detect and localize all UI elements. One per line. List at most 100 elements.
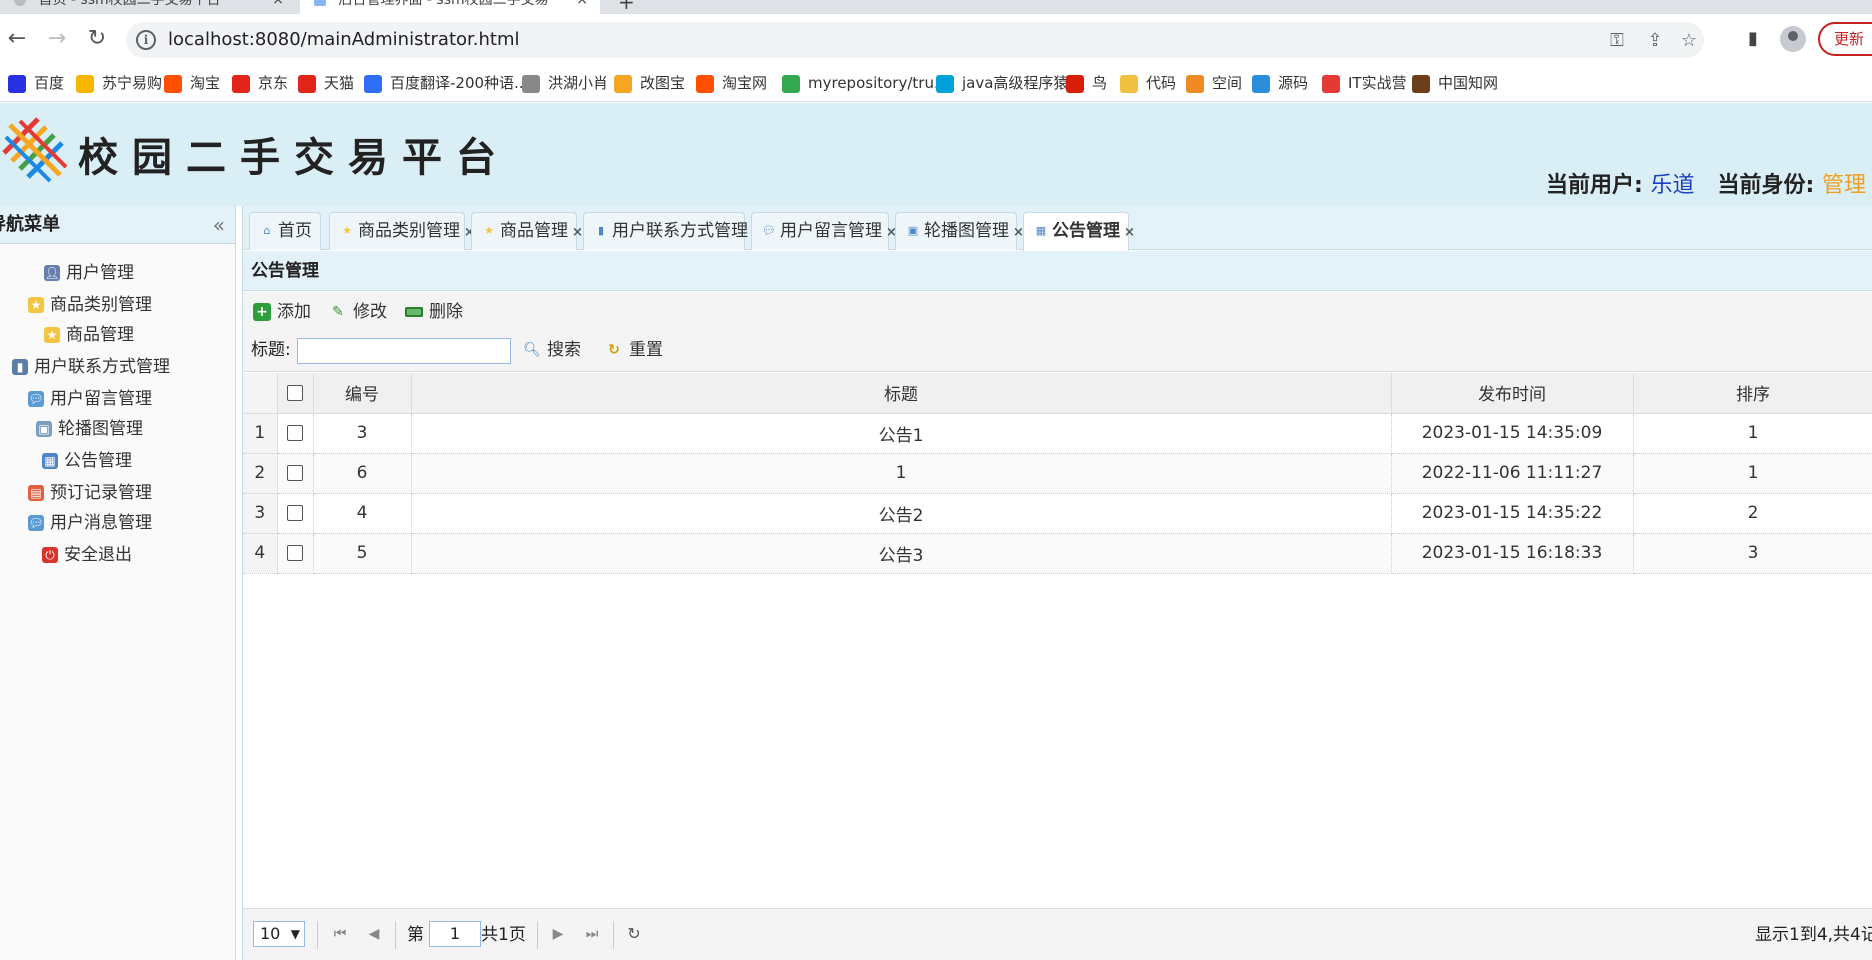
table-row[interactable]: 3 4 公告2 2023-01-15 14:35:22 2 <box>243 493 1872 534</box>
bookmark-item[interactable]: java高级程序猿 <box>936 70 1068 96</box>
site-info-icon[interactable]: i <box>136 30 156 50</box>
page-total: 共1页 <box>481 925 526 945</box>
bookmark-item[interactable]: 天猫 <box>298 70 354 96</box>
bookmark-item[interactable]: 百度翻译-200种语... <box>364 70 528 96</box>
rownum-header <box>243 373 278 414</box>
current-role-label: 当前身份: <box>1717 173 1815 198</box>
new-tab-icon[interactable]: + <box>618 0 635 14</box>
column-header-id[interactable]: 编号 <box>313 373 412 414</box>
address-bar[interactable]: i localhost:8080/mainAdministrator.html … <box>126 22 1704 58</box>
close-icon[interactable]: × <box>576 0 588 14</box>
nav-item[interactable]: ⏻ 安全退出 <box>42 540 132 570</box>
side-panel-icon[interactable]: ▮ <box>1740 26 1766 52</box>
bookmark-item[interactable]: 改图宝 <box>614 70 685 96</box>
refresh-icon[interactable]: ↻ <box>623 923 645 945</box>
prev-page-icon[interactable]: ◀ <box>363 923 385 945</box>
column-header-order[interactable]: 排序 <box>1633 373 1872 414</box>
nav-item[interactable]: ★ 商品管理 <box>44 320 134 350</box>
row-checkbox[interactable] <box>287 505 303 521</box>
row-checkbox[interactable] <box>287 465 303 481</box>
bookmark-label: 鸟 <box>1092 74 1108 92</box>
content-tab[interactable]: ▦ 公告管理 × <box>1023 212 1135 251</box>
edit-button[interactable]: ✎ 修改 <box>329 298 387 326</box>
content-tab[interactable]: ▮用户联系方式管理× <box>583 212 763 250</box>
pagination-info: 显示1到4,共4记 <box>1755 925 1872 945</box>
content-tab[interactable]: ★ 商品管理 × <box>471 212 583 250</box>
title-search-input[interactable] <box>297 338 511 364</box>
nav-item[interactable]: ▣ 轮播图管理 <box>36 414 143 444</box>
reset-button-label: 重置 <box>629 340 663 360</box>
reload-icon[interactable]: ↻ <box>84 26 110 52</box>
nav-item[interactable]: ▮ 用户联系方式管理 <box>12 352 170 382</box>
content-tab[interactable]: ★ 商品类别管理 × <box>329 212 475 250</box>
bookmark-item[interactable]: 苏宁易购 <box>76 70 162 96</box>
bookmark-item[interactable]: IT实战营 <box>1322 70 1407 96</box>
bookmark-item[interactable]: 百度 <box>8 70 64 96</box>
cell-title: 1 <box>411 453 1392 494</box>
nav-item-label: 公告管理 <box>64 451 132 471</box>
bookmarks-bar: 百度 苏宁易购 淘宝 京东 天猫 百度翻译-200种语... 洪湖小肖 改图宝 淘宝网 myrep… <box>0 66 1872 102</box>
content-tab[interactable]: ⌂ 首页 <box>249 212 321 250</box>
cell-id: 3 <box>313 413 412 454</box>
close-icon[interactable]: × <box>272 0 284 14</box>
table-row[interactable]: 1 3 公告1 2023-01-15 14:35:09 1 <box>243 413 1872 454</box>
page-size-select[interactable]: 10 ▼ <box>253 921 305 947</box>
grid-toolbar: + 添加 ✎ 修改 删除 标题: 🔍︎ 搜索 ↻ 重置 <box>243 292 1872 372</box>
nav-item[interactable]: ★ 商品类别管理 <box>28 290 152 320</box>
page-number-input[interactable]: 1 <box>429 921 481 947</box>
forward-icon[interactable]: → <box>44 26 70 52</box>
bookmark-item[interactable]: 京东 <box>232 70 288 96</box>
nav-item-label: 预订记录管理 <box>50 483 152 503</box>
bookmark-item[interactable]: 鸟 <box>1066 70 1107 96</box>
table-row[interactable]: 4 5 公告3 2023-01-15 16:18:33 3 <box>243 533 1872 574</box>
collapse-icon[interactable]: « <box>213 206 225 244</box>
nav-item[interactable]: 👤︎ 用户管理 <box>44 258 134 288</box>
nav-item[interactable]: ▦ 公告管理 <box>42 446 132 476</box>
nav-item[interactable]: 💬︎ 用户消息管理 <box>28 508 152 538</box>
nav-item-label: 商品管理 <box>66 325 134 345</box>
content-tab[interactable]: 💬︎ 用户留言管理 × <box>751 212 897 250</box>
row-checkbox[interactable] <box>287 545 303 561</box>
bookmark-star-icon[interactable]: ☆ <box>1678 30 1700 52</box>
divider <box>317 921 318 949</box>
bookmark-item[interactable]: 淘宝 <box>164 70 220 96</box>
bookmark-item[interactable]: 源码 <box>1252 70 1308 96</box>
close-icon[interactable]: × <box>1124 225 1135 240</box>
next-page-icon[interactable]: ▶ <box>547 923 569 945</box>
table-row[interactable]: 2 6 1 2022-11-06 11:11:27 1 <box>243 453 1872 494</box>
url-text[interactable]: localhost:8080/mainAdministrator.html <box>168 29 519 50</box>
close-icon[interactable]: × <box>572 225 583 240</box>
search-button[interactable]: 🔍︎ 搜索 <box>523 336 581 364</box>
key-icon[interactable]: ⚿ <box>1606 30 1628 52</box>
last-page-icon[interactable]: ⏭ <box>581 923 603 945</box>
reset-button[interactable]: ↻ 重置 <box>605 336 663 364</box>
bookmark-item[interactable]: 淘宝网 <box>696 70 767 96</box>
page-size-value: 10 <box>260 924 281 943</box>
nav-item-label: 用户联系方式管理 <box>34 357 170 377</box>
update-button[interactable]: 更新 <box>1818 22 1872 56</box>
delete-button[interactable]: 删除 <box>405 298 463 326</box>
browser-tab[interactable]: 首页 - ssm校园二手交易平台 × <box>0 0 296 14</box>
column-header-title[interactable]: 标题 <box>411 373 1392 414</box>
add-button[interactable]: + 添加 <box>253 298 311 326</box>
browser-tab-active[interactable]: 后台管理界面 - ssm校园二手交易 × <box>300 0 600 14</box>
share-icon[interactable]: ⇪ <box>1644 30 1666 52</box>
bookmark-label: 苏宁易购 <box>102 74 163 92</box>
bookmark-item[interactable]: 中国知网 <box>1412 70 1498 96</box>
profile-avatar[interactable] <box>1780 26 1806 52</box>
row-checkbox[interactable] <box>287 425 303 441</box>
cell-id: 4 <box>313 493 412 534</box>
bookmark-item[interactable]: 代码 <box>1120 70 1176 96</box>
reload-icon: ↻ <box>608 342 620 358</box>
first-page-icon[interactable]: ⏮ <box>329 923 351 945</box>
bookmark-item[interactable]: 空间 <box>1186 70 1242 96</box>
nav-item-label: 用户消息管理 <box>50 513 152 533</box>
bookmark-item[interactable]: 洪湖小肖 <box>522 70 608 96</box>
bookmark-item[interactable]: myrepository/tru... <box>782 70 948 96</box>
nav-item[interactable]: ▤ 预订记录管理 <box>28 478 152 508</box>
back-icon[interactable]: ← <box>4 26 30 52</box>
column-header-time[interactable]: 发布时间 <box>1391 373 1634 414</box>
nav-item[interactable]: 💬︎ 用户留言管理 <box>28 384 152 414</box>
content-tab[interactable]: ▣ 轮播图管理 × <box>895 212 1024 250</box>
select-all-checkbox[interactable] <box>287 384 303 401</box>
